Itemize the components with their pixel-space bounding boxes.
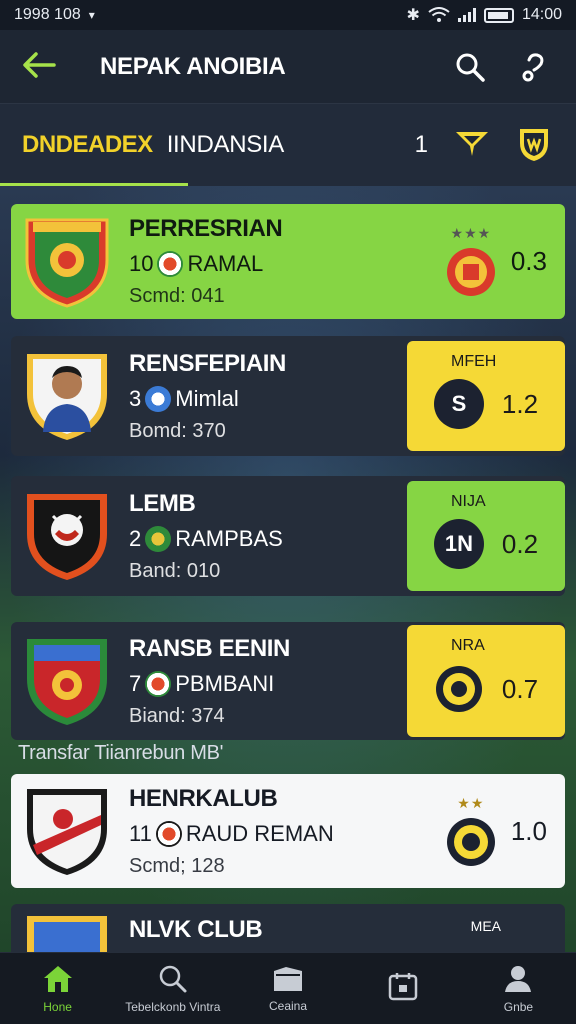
status-bar: 1998 108 ▾ ✱ 14:00 bbox=[0, 0, 576, 30]
club-player: RAMAL bbox=[187, 251, 264, 276]
club-crest-icon bbox=[27, 494, 107, 580]
calendar-icon bbox=[388, 972, 418, 1000]
battery-icon bbox=[483, 7, 514, 23]
club-name: HENRKALUB bbox=[129, 784, 278, 812]
nav-label: Gnbe bbox=[503, 999, 534, 1014]
rating-stars-icon: ★★ bbox=[457, 794, 485, 811]
nav-item-search[interactable]: Tebelckonb Vintra bbox=[115, 953, 230, 1024]
club-rank: 10 bbox=[129, 251, 154, 276]
club-score: 0.3 bbox=[510, 246, 547, 276]
nav-item-calendar[interactable] bbox=[346, 953, 461, 1024]
club-rank: 11 bbox=[129, 820, 152, 846]
trophy-icon[interactable] bbox=[514, 123, 554, 168]
club-card[interactable]: RENSFEPIAIN 3 Mimlal Bomd: 370 MFEH S 1.… bbox=[11, 336, 565, 456]
club-name: RENSFEPIAIN bbox=[129, 349, 286, 377]
club-detail: Scmd; 128 bbox=[129, 854, 225, 877]
score-label: NIJA bbox=[451, 493, 486, 510]
club-crest-icon bbox=[25, 218, 109, 308]
score-panel[interactable]: MFEH S 1.2 bbox=[407, 341, 565, 451]
nav-label: Tebelckonb Vintra bbox=[125, 999, 221, 1014]
club-ball-icon bbox=[145, 385, 172, 412]
search-icon bbox=[456, 53, 485, 82]
notification-icon: ▾ bbox=[88, 8, 95, 22]
club-crest-icon bbox=[27, 639, 107, 725]
club-ball-icon bbox=[145, 525, 172, 552]
club-ball-icon bbox=[155, 820, 182, 847]
club-card[interactable]: HENRKALUB 11 RAUD REMAN Scmd; 128 ★★ 1.0 bbox=[11, 774, 565, 888]
club-player: RAUD REMAN bbox=[185, 820, 334, 846]
page-title: NEPAK ANOIBIA bbox=[100, 52, 286, 80]
club-rank: 7 bbox=[129, 670, 142, 696]
club-player: PBMBANI bbox=[175, 670, 275, 696]
nav-item-profile[interactable]: Gnbe bbox=[461, 953, 576, 1024]
score-crest-icon bbox=[435, 666, 482, 712]
club-score: 1.0 bbox=[510, 815, 547, 846]
club-detail: Biand: 374 bbox=[129, 704, 225, 727]
club-card[interactable]: PERRESRIAN 10 RAMAL Scmd: 041 ★★★ 0.3 bbox=[11, 204, 565, 319]
club-rank: 3 bbox=[129, 385, 142, 411]
club-crest-icon bbox=[27, 789, 107, 875]
player-portrait-icon bbox=[27, 354, 107, 440]
score-panel[interactable]: NRA 0.7 bbox=[407, 625, 565, 737]
club-crest-icon bbox=[27, 916, 107, 952]
club-player: RAMPBAS bbox=[175, 525, 283, 551]
status-time-right: 14:00 bbox=[521, 6, 562, 23]
league-country: IINDANSIA bbox=[166, 131, 285, 158]
club-detail: Bomd: 370 bbox=[129, 419, 226, 442]
search-button[interactable] bbox=[450, 47, 490, 87]
bottom-navigation: Hone Tebelckonb Vintra Ceaina Gnbe bbox=[0, 952, 576, 1024]
club-name: RANSB EENIN bbox=[129, 634, 290, 662]
bluetooth-icon: ✱ bbox=[406, 7, 420, 24]
club-score: 0.7 bbox=[501, 673, 539, 704]
club-card[interactable]: LEMB 2 RAMPBAS Band: 010 NIJA 1N 0.2 bbox=[11, 476, 565, 596]
club-detail: Band: 010 bbox=[129, 559, 221, 582]
club-name: LEMB bbox=[129, 489, 196, 517]
club-player: Mimlal bbox=[175, 385, 239, 411]
help-icon bbox=[522, 52, 544, 81]
league-name[interactable]: DNDEADEX bbox=[22, 131, 153, 159]
nav-item-folder[interactable]: Ceaina bbox=[230, 953, 345, 1024]
club-name: PERRESRIAN bbox=[129, 215, 283, 242]
opponent-crest-icon bbox=[446, 817, 495, 866]
score-badge: 1N bbox=[433, 519, 484, 569]
tab-indicator bbox=[0, 183, 188, 186]
app-bar: NEPAK ANOIBIA bbox=[0, 30, 576, 104]
league-count: 1 bbox=[414, 131, 428, 158]
filter-icon[interactable] bbox=[454, 128, 490, 163]
opponent-crest-icon bbox=[446, 248, 495, 296]
club-name: NLVK CLUB bbox=[129, 916, 263, 943]
wifi-icon bbox=[428, 7, 450, 22]
club-ball-icon bbox=[157, 251, 184, 277]
club-rank: 2 bbox=[129, 525, 142, 551]
score-label: NRA bbox=[451, 637, 485, 654]
signal-icon bbox=[457, 8, 476, 22]
score-label: MFEH bbox=[451, 353, 497, 370]
score-label: MEA bbox=[470, 918, 501, 934]
club-detail: Scmd: 041 bbox=[129, 285, 225, 307]
back-arrow-icon[interactable] bbox=[22, 50, 66, 84]
score-panel[interactable]: NIJA 1N 0.2 bbox=[407, 481, 565, 591]
club-card[interactable]: NLVK CLUB MEA bbox=[11, 904, 565, 952]
search-icon bbox=[159, 965, 187, 992]
league-header: DNDEADEX IINDANSIA 1 bbox=[0, 104, 576, 186]
nav-item-home[interactable]: Hone bbox=[0, 953, 115, 1024]
help-button[interactable] bbox=[514, 47, 554, 87]
nav-label: Ceaina bbox=[268, 998, 308, 1013]
club-score: 0.2 bbox=[501, 528, 539, 559]
club-ball-icon bbox=[145, 670, 172, 697]
folder-icon bbox=[274, 966, 302, 991]
club-card[interactable]: RANSB EENIN 7 PBMBANI Biand: 374 NRA 0.7 bbox=[11, 622, 565, 740]
rating-stars-icon: ★★★ bbox=[450, 225, 492, 241]
profile-icon bbox=[505, 965, 532, 992]
club-score: 1.2 bbox=[501, 388, 539, 419]
nav-label: Hone bbox=[43, 999, 72, 1014]
home-icon bbox=[43, 965, 72, 992]
score-badge: S bbox=[433, 379, 484, 429]
status-time-left: 1998 108 bbox=[14, 6, 81, 23]
section-label: Transfar Tiianrebun MB' bbox=[18, 742, 224, 764]
